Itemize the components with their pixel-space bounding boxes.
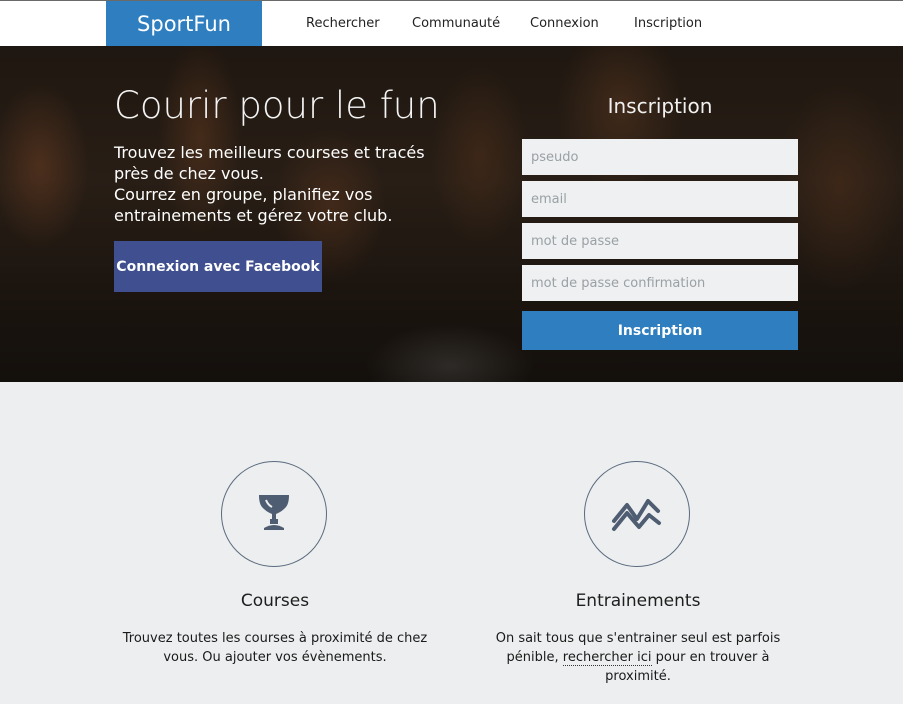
chart-lines-icon (611, 491, 663, 537)
courses-title: Courses (240, 591, 310, 611)
brand-logo[interactable]: SportFun (106, 1, 262, 46)
signup-submit-button[interactable]: Inscription (522, 311, 798, 350)
password-input[interactable] (522, 223, 798, 259)
password-confirm-input[interactable] (522, 265, 798, 301)
search-here-link[interactable]: rechercher ici (562, 650, 652, 666)
hero-tagline-2: Courrez en groupe, planifiez vos entrain… (114, 185, 393, 225)
training-description: On sait tous que s'entrainer seul est pa… (483, 629, 793, 686)
hero-title: Courir pour le fun (114, 84, 440, 127)
trophy-icon (254, 491, 294, 537)
courses-description: Trouvez toutes les courses à proximité d… (122, 631, 428, 665)
nav-link-rechercher[interactable]: Rechercher (306, 1, 380, 46)
hero-tagline-1: Trouvez les meilleurs courses et tracés … (114, 143, 425, 183)
email-input[interactable] (522, 181, 798, 217)
courses-icon-circle (221, 461, 327, 567)
training-title: Entrainements (575, 591, 701, 611)
signup-title: Inscription (607, 94, 713, 118)
facebook-login-button[interactable]: Connexion avec Facebook (114, 241, 322, 292)
training-icon-circle (584, 461, 690, 567)
nav-link-connexion[interactable]: Connexion (530, 1, 599, 46)
pseudo-input[interactable] (522, 139, 798, 175)
hero-section: Courir pour le fun Trouvez les meilleurs… (0, 46, 903, 382)
nav-link-communaute[interactable]: Communauté (412, 1, 500, 46)
top-navbar: SportFun Rechercher Communauté Connexion… (0, 0, 903, 46)
nav-link-inscription[interactable]: Inscription (634, 1, 702, 46)
